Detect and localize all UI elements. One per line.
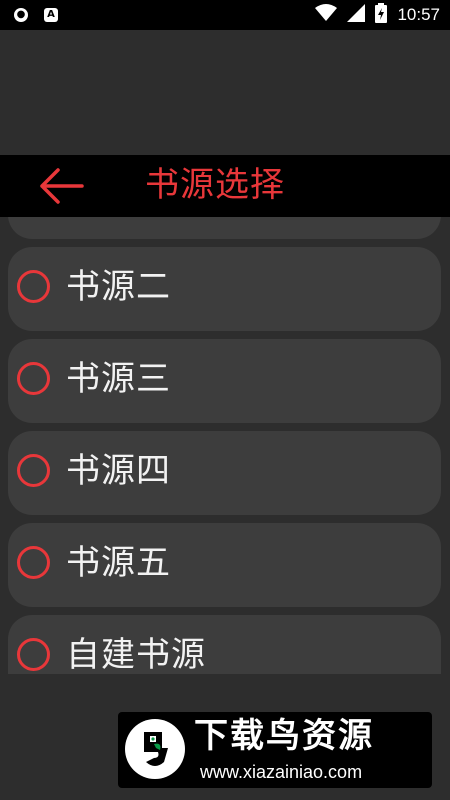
- radio-button[interactable]: [17, 638, 50, 671]
- arrow-left-icon: [40, 168, 84, 204]
- shield-icon: ●: [14, 8, 28, 22]
- radio-button[interactable]: [17, 454, 50, 487]
- source-item[interactable]: 自建书源: [8, 615, 441, 674]
- source-item[interactable]: 书源二: [8, 247, 441, 331]
- radio-button[interactable]: [17, 546, 50, 579]
- source-item[interactable]: 书源三: [8, 339, 441, 423]
- status-time: 10:57: [397, 5, 440, 24]
- status-bar: ● A 10:57: [0, 0, 450, 30]
- source-item-label: 自建书源: [66, 635, 206, 674]
- battery-icon: [375, 3, 388, 27]
- source-list-track: 书源一书源二书源三书源四书源五自建书源: [0, 217, 450, 674]
- back-button[interactable]: [36, 165, 88, 207]
- source-item-label: 书源五: [66, 543, 171, 583]
- top-blank-area: [0, 30, 450, 155]
- page-title: 书源选择: [145, 165, 285, 205]
- source-item[interactable]: 书源一: [8, 217, 441, 239]
- screen: ● A 10:57 书源选择 书源一书源二书源三书源四书源五自建书源: [0, 0, 450, 800]
- wifi-icon: [315, 4, 338, 26]
- source-item[interactable]: 书源四: [8, 431, 441, 515]
- watermark-banner: 下载鸟资源 www.xiazainiao.com: [118, 712, 432, 788]
- watermark-title: 下载鸟资源: [194, 716, 374, 756]
- radio-button[interactable]: [17, 270, 50, 303]
- cellular-icon: [347, 4, 366, 26]
- source-item-label: 书源二: [66, 267, 171, 307]
- app-a-icon: A: [44, 8, 58, 22]
- source-item-label: 书源三: [66, 359, 171, 399]
- source-item[interactable]: 书源五: [8, 523, 441, 607]
- header-bar: 书源选择: [0, 155, 450, 217]
- radio-button[interactable]: [17, 362, 50, 395]
- bird-logo-icon: [125, 719, 185, 779]
- status-right: 10:57: [315, 0, 440, 30]
- watermark-url: www.xiazainiao.com: [200, 762, 363, 782]
- source-item-label: 书源四: [66, 451, 171, 491]
- source-list[interactable]: 书源一书源二书源三书源四书源五自建书源: [0, 217, 450, 674]
